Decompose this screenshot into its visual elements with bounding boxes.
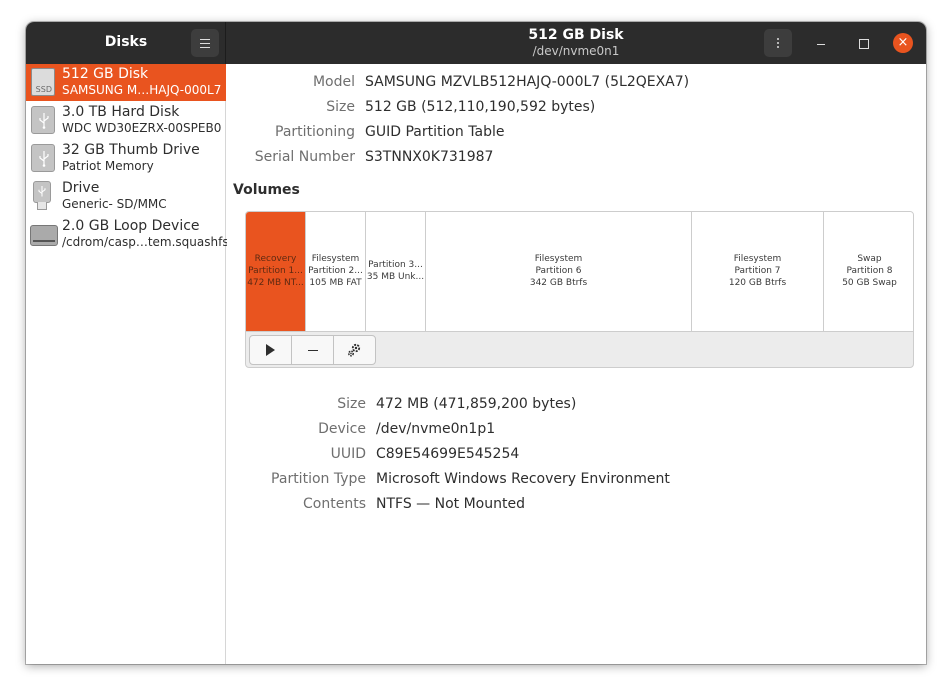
model-value: SAMSUNG MZVLB512HAJQ-000L7 (5L2QEXA7) [365,74,690,90]
partition-size-label: Size [337,396,366,412]
partition-label: Recovery [254,254,297,264]
sidebar-item-subtitle: SAMSUNG M…HAJQ-000L7 [62,83,222,97]
sidebar-item-name: 3.0 TB Hard Disk [62,104,180,120]
ssd-icon: SSD [31,68,55,96]
header-bar: Disks 512 GB Disk /dev/nvme0n1 × [26,22,926,64]
partition-size: 105 MB FAT [309,278,362,288]
partitioning-value: GUID Partition Table [365,124,505,140]
disk-details: Model SAMSUNG MZVLB512HAJQ-000L7 (5L2QEX… [227,64,926,664]
partition-1[interactable]: Recovery Partition 1... 472 MB NT... [246,212,306,331]
device-value: /dev/nvme0n1p1 [376,421,496,437]
partition-size: 50 GB Swap [842,278,897,288]
sidebar-item-subtitle: Patriot Memory [62,159,154,173]
partition-2[interactable]: Filesystem Partition 2... 105 MB FAT [306,212,366,331]
sidebar-item-thumb-drive[interactable]: 32 GB Thumb Drive Patriot Memory [26,140,226,177]
play-icon [266,344,275,356]
minus-icon [307,349,318,351]
disks-window: Disks 512 GB Disk /dev/nvme0n1 × SSD 512… [26,22,926,664]
partition-size: 472 MB NT... [247,278,304,288]
volume-toolbar [249,335,376,365]
sidebar-item-subtitle: Generic- SD/MMC [62,197,167,211]
close-icon: × [897,35,909,50]
partition-6[interactable]: Filesystem Partition 6 342 GB Btrfs [426,212,692,331]
ssd-icon-label: SSD [35,85,52,94]
partition-number: Partition 8 [846,266,893,276]
volumes-map: Recovery Partition 1... 472 MB NT... Fil… [245,211,914,368]
partition-number: Partition 2... [308,266,363,276]
minimize-button[interactable] [811,33,831,53]
partition-label: Filesystem [733,254,782,264]
sidebar-item-sd-drive[interactable]: Drive Generic- SD/MMC [26,178,226,215]
sidebar-header: Disks [26,22,226,64]
drive-options-button[interactable] [764,29,792,57]
volumes-heading: Volumes [233,182,300,198]
delete-partition-button[interactable] [291,335,334,365]
hamburger-icon [200,38,210,48]
app-menu-button[interactable] [191,29,219,57]
sd-card-icon [33,181,51,211]
contents-value: NTFS — Not Mounted [376,496,525,512]
sidebar-item-512gb-disk[interactable]: SSD 512 GB Disk SAMSUNG M…HAJQ-000L7 [26,64,226,101]
partition-number: Partition 1... [248,266,303,276]
partition-3[interactable]: Partition 3... 35 MB Unk... [366,212,426,331]
partition-options-button[interactable] [333,335,376,365]
sidebar-item-hard-disk[interactable]: 3.0 TB Hard Disk WDC WD30EZRX-00SPEB0 [26,102,226,139]
size-value: 512 GB (512,110,190,592 bytes) [365,99,596,115]
sidebar-item-name: 32 GB Thumb Drive [62,142,200,158]
partition-label: Swap [857,254,882,264]
sidebar-item-subtitle: WDC WD30EZRX-00SPEB0 [62,121,222,135]
device-label: Device [318,421,366,437]
serial-number-value: S3TNNX0K731987 [365,149,494,165]
partition-label: Filesystem [311,254,360,264]
partition-size-value: 472 MB (471,859,200 bytes) [376,396,577,412]
sidebar-item-name: 512 GB Disk [62,66,149,82]
partition-7[interactable]: Filesystem Partition 7 120 GB Btrfs [692,212,824,331]
partition-label: Filesystem [534,254,583,264]
partition-size: 342 GB Btrfs [529,278,588,288]
kebab-icon [777,42,779,44]
close-button[interactable]: × [893,33,913,53]
usb-drive-icon [31,106,55,134]
partition-number: Partition 7 [734,266,781,276]
partition-number: Partition 3... [368,260,423,270]
loop-device-icon [30,225,58,246]
usb-drive-icon [31,144,55,172]
maximize-button[interactable] [853,33,873,53]
sidebar-item-name: Drive [62,180,100,196]
partition-type-label: Partition Type [271,471,366,487]
partition-8[interactable]: Swap Partition 8 50 GB Swap [824,212,913,331]
mount-button[interactable] [249,335,292,365]
partition-type-value: Microsoft Windows Recovery Environment [376,471,670,487]
partition-bar: Recovery Partition 1... 472 MB NT... Fil… [246,212,913,332]
partition-size: 120 GB Btrfs [728,278,787,288]
contents-label: Contents [303,496,366,512]
uuid-label: UUID [330,446,366,462]
uuid-value: C89E54699E545254 [376,446,520,462]
sidebar-item-subtitle: /cdrom/casp…tem.squashfs [62,235,229,249]
sidebar-item-name: 2.0 GB Loop Device [62,218,200,234]
model-label: Model [312,74,355,90]
partition-size: 35 MB Unk... [366,272,425,282]
partitioning-label: Partitioning [275,124,355,140]
sidebar-item-loop-device[interactable]: 2.0 GB Loop Device /cdrom/casp…tem.squas… [26,216,229,253]
size-label: Size [326,99,355,115]
disk-list: SSD 512 GB Disk SAMSUNG M…HAJQ-000L7 3.0… [26,64,229,664]
partition-number: Partition 6 [535,266,582,276]
gears-icon [347,343,360,357]
serial-number-label: Serial Number [254,149,355,165]
